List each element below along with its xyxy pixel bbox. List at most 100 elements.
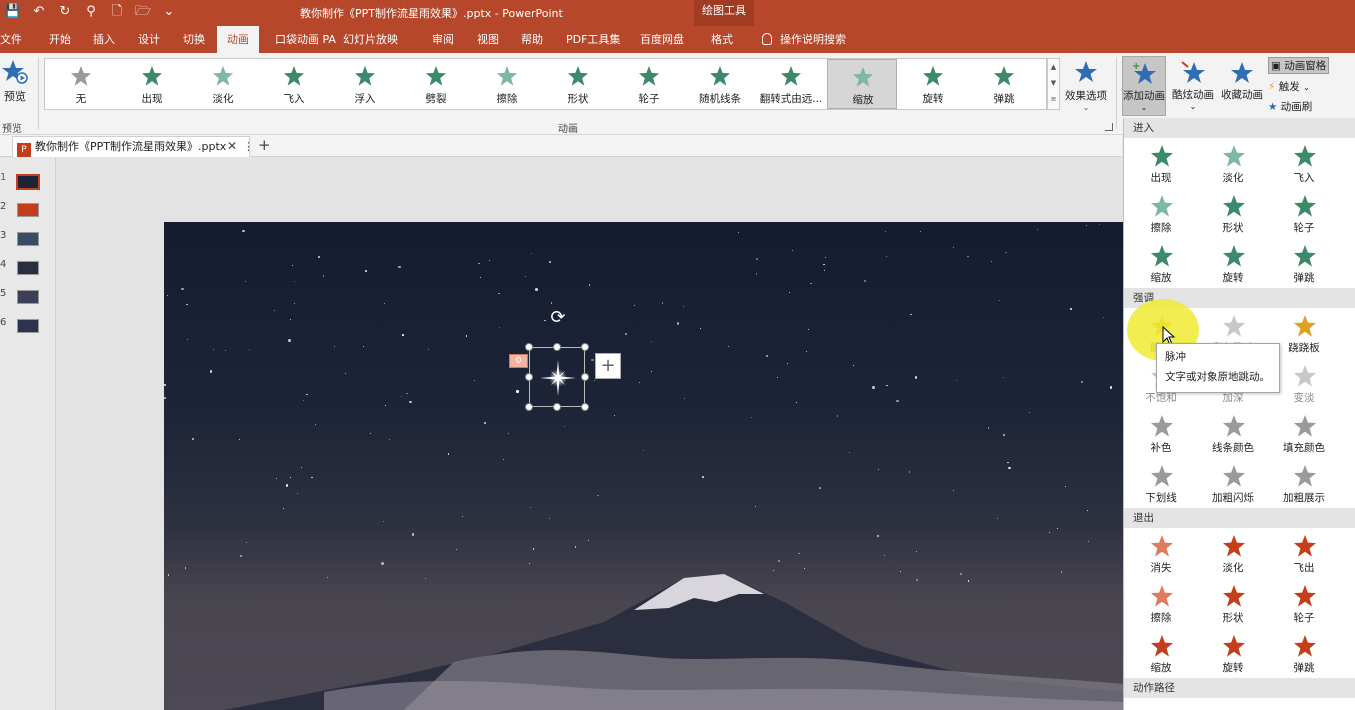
- tab-3[interactable]: 设计: [138, 31, 160, 47]
- dropdown-effect[interactable]: 线条颜色: [1198, 412, 1268, 458]
- animation-pane-button[interactable]: ▣ 动画窗格: [1268, 57, 1330, 74]
- dropdown-effect[interactable]: 填充颜色: [1269, 412, 1339, 458]
- more-icon[interactable]: ⋮: [243, 137, 254, 156]
- tab-11[interactable]: PDF工具集: [566, 31, 620, 47]
- gallery-item[interactable]: 出现: [117, 59, 187, 109]
- resize-handle[interactable]: [581, 373, 589, 381]
- close-tab-icon[interactable]: ✕: [227, 137, 237, 156]
- new-tab-icon[interactable]: +: [258, 135, 271, 155]
- tab-12[interactable]: 百度网盘: [640, 31, 684, 47]
- gallery-item[interactable]: 随机线条: [685, 59, 755, 109]
- effect-label: 形状: [1222, 222, 1244, 234]
- save-icon[interactable]: 💾: [4, 3, 22, 21]
- resize-handle[interactable]: [553, 343, 561, 351]
- dropdown-effect[interactable]: 缩放: [1126, 242, 1196, 288]
- slide-canvas[interactable]: ⟳ 0 +: [164, 222, 1124, 710]
- gallery-item[interactable]: 飞入: [259, 59, 329, 109]
- format-painter-icon[interactable]: ⚲: [82, 3, 100, 21]
- dropdown-effect[interactable]: 形状: [1198, 192, 1268, 238]
- tab-7[interactable]: 幻灯片放映: [343, 31, 398, 47]
- preview-group-label: 预览: [2, 124, 22, 135]
- resize-handle[interactable]: [525, 343, 533, 351]
- gallery-item[interactable]: 弹跳: [969, 59, 1039, 109]
- cool-animation-button[interactable]: 酷炫动画 ⌄: [1171, 56, 1215, 116]
- undo-icon[interactable]: ↶: [30, 3, 48, 21]
- resize-handle[interactable]: [525, 403, 533, 411]
- add-animation-button[interactable]: + 添加动画 ⌄: [1122, 56, 1166, 116]
- gallery-item[interactable]: 无: [46, 59, 116, 109]
- effect-star-icon: [1294, 315, 1316, 337]
- dropdown-effect[interactable]: 弹跳: [1269, 242, 1339, 288]
- preview-button[interactable]: 预览: [0, 59, 30, 104]
- animation-star-icon: [212, 65, 234, 86]
- dropdown-effect[interactable]: 补色: [1126, 412, 1196, 458]
- dropdown-effect[interactable]: 消失: [1126, 532, 1196, 578]
- slide-thumbnail[interactable]: [16, 174, 40, 190]
- open-folder-icon[interactable]: 🗁: [134, 3, 152, 21]
- gallery-item[interactable]: 擦除: [472, 59, 542, 109]
- sparkle-star-shape[interactable]: [538, 358, 578, 398]
- tab-9[interactable]: 视图: [477, 31, 499, 47]
- slide-thumbnail[interactable]: [17, 232, 39, 246]
- layout-options-button[interactable]: +: [595, 353, 621, 379]
- resize-handle[interactable]: [525, 373, 533, 381]
- gallery-item[interactable]: 劈裂: [401, 59, 471, 109]
- gallery-item[interactable]: 缩放: [827, 59, 897, 109]
- tell-me-search[interactable]: 操作说明搜索: [762, 31, 846, 47]
- customize-qat-icon[interactable]: ⌄: [160, 3, 178, 21]
- gallery-item[interactable]: 翻转式由远...: [756, 59, 826, 109]
- group-launcher-icon[interactable]: [1105, 123, 1113, 131]
- dropdown-effect[interactable]: 旋转: [1198, 242, 1268, 288]
- dropdown-effect[interactable]: 加粗展示: [1269, 462, 1339, 508]
- trigger-button[interactable]: ⚡ 触发 ⌄: [1268, 79, 1310, 94]
- tab-4[interactable]: 切换: [183, 31, 205, 47]
- new-file-icon[interactable]: 🗋: [108, 3, 126, 21]
- slide-thumbnail[interactable]: [17, 203, 39, 217]
- slide-thumbnail[interactable]: [17, 290, 39, 304]
- resize-handle[interactable]: [581, 343, 589, 351]
- rotate-handle-icon[interactable]: ⟳: [548, 308, 568, 328]
- tab-0[interactable]: 文件: [0, 31, 22, 47]
- dropdown-effect[interactable]: 下划线: [1126, 462, 1196, 508]
- dropdown-effect[interactable]: 飞出: [1269, 532, 1339, 578]
- gallery-scroll[interactable]: ▲ ▼ ≡: [1047, 58, 1060, 110]
- gallery-item[interactable]: 旋转: [898, 59, 968, 109]
- dropdown-effect[interactable]: 飞入: [1269, 142, 1339, 188]
- dropdown-effect[interactable]: 缩放: [1126, 632, 1196, 678]
- tab-1[interactable]: 开始: [49, 31, 71, 47]
- animation-star-icon: [567, 65, 589, 86]
- effect-star-icon: [1223, 635, 1245, 657]
- slide-thumbnail[interactable]: [17, 319, 39, 333]
- tab-2[interactable]: 插入: [93, 31, 115, 47]
- dropdown-effect[interactable]: 形状: [1198, 582, 1268, 628]
- tab-13[interactable]: 格式: [711, 31, 733, 47]
- animation-painter-button[interactable]: ★ 动画刷: [1268, 99, 1312, 114]
- dropdown-effect[interactable]: 淡化: [1198, 142, 1268, 188]
- tab-10[interactable]: 帮助: [521, 31, 543, 47]
- animation-order-badge[interactable]: 0: [509, 354, 528, 368]
- resize-handle[interactable]: [581, 403, 589, 411]
- tab-6[interactable]: 口袋动画 PA: [275, 31, 336, 47]
- gallery-item[interactable]: 轮子: [614, 59, 684, 109]
- redo-icon[interactable]: ↻: [56, 3, 74, 21]
- gallery-item[interactable]: 淡化: [188, 59, 258, 109]
- tab-8[interactable]: 审阅: [432, 31, 454, 47]
- dropdown-effect[interactable]: 弹跳: [1269, 632, 1339, 678]
- gallery-item[interactable]: 形状: [543, 59, 613, 109]
- dropdown-effect[interactable]: 加粗闪烁: [1198, 462, 1268, 508]
- slide-thumbnail[interactable]: [17, 261, 39, 275]
- tab-5[interactable]: 动画: [217, 26, 259, 53]
- dropdown-effect[interactable]: 出现: [1126, 142, 1196, 188]
- dropdown-effect[interactable]: 淡化: [1198, 532, 1268, 578]
- dropdown-effect[interactable]: 旋转: [1198, 632, 1268, 678]
- favorite-animation-button[interactable]: 收藏动画: [1220, 56, 1264, 116]
- dropdown-effect[interactable]: 轮子: [1269, 192, 1339, 238]
- gallery-item[interactable]: 浮入: [330, 59, 400, 109]
- dropdown-effect[interactable]: 擦除: [1126, 192, 1196, 238]
- dropdown-effect[interactable]: 轮子: [1269, 582, 1339, 628]
- resize-handle[interactable]: [553, 403, 561, 411]
- effect-label: 弹跳: [1293, 272, 1315, 284]
- document-tab[interactable]: P 教你制作《PPT制作流星雨效果》.pptx ✕ ⋮: [12, 136, 254, 157]
- dropdown-effect[interactable]: 擦除: [1126, 582, 1196, 628]
- effect-options-button[interactable]: 效果选项 ⌄: [1062, 59, 1110, 112]
